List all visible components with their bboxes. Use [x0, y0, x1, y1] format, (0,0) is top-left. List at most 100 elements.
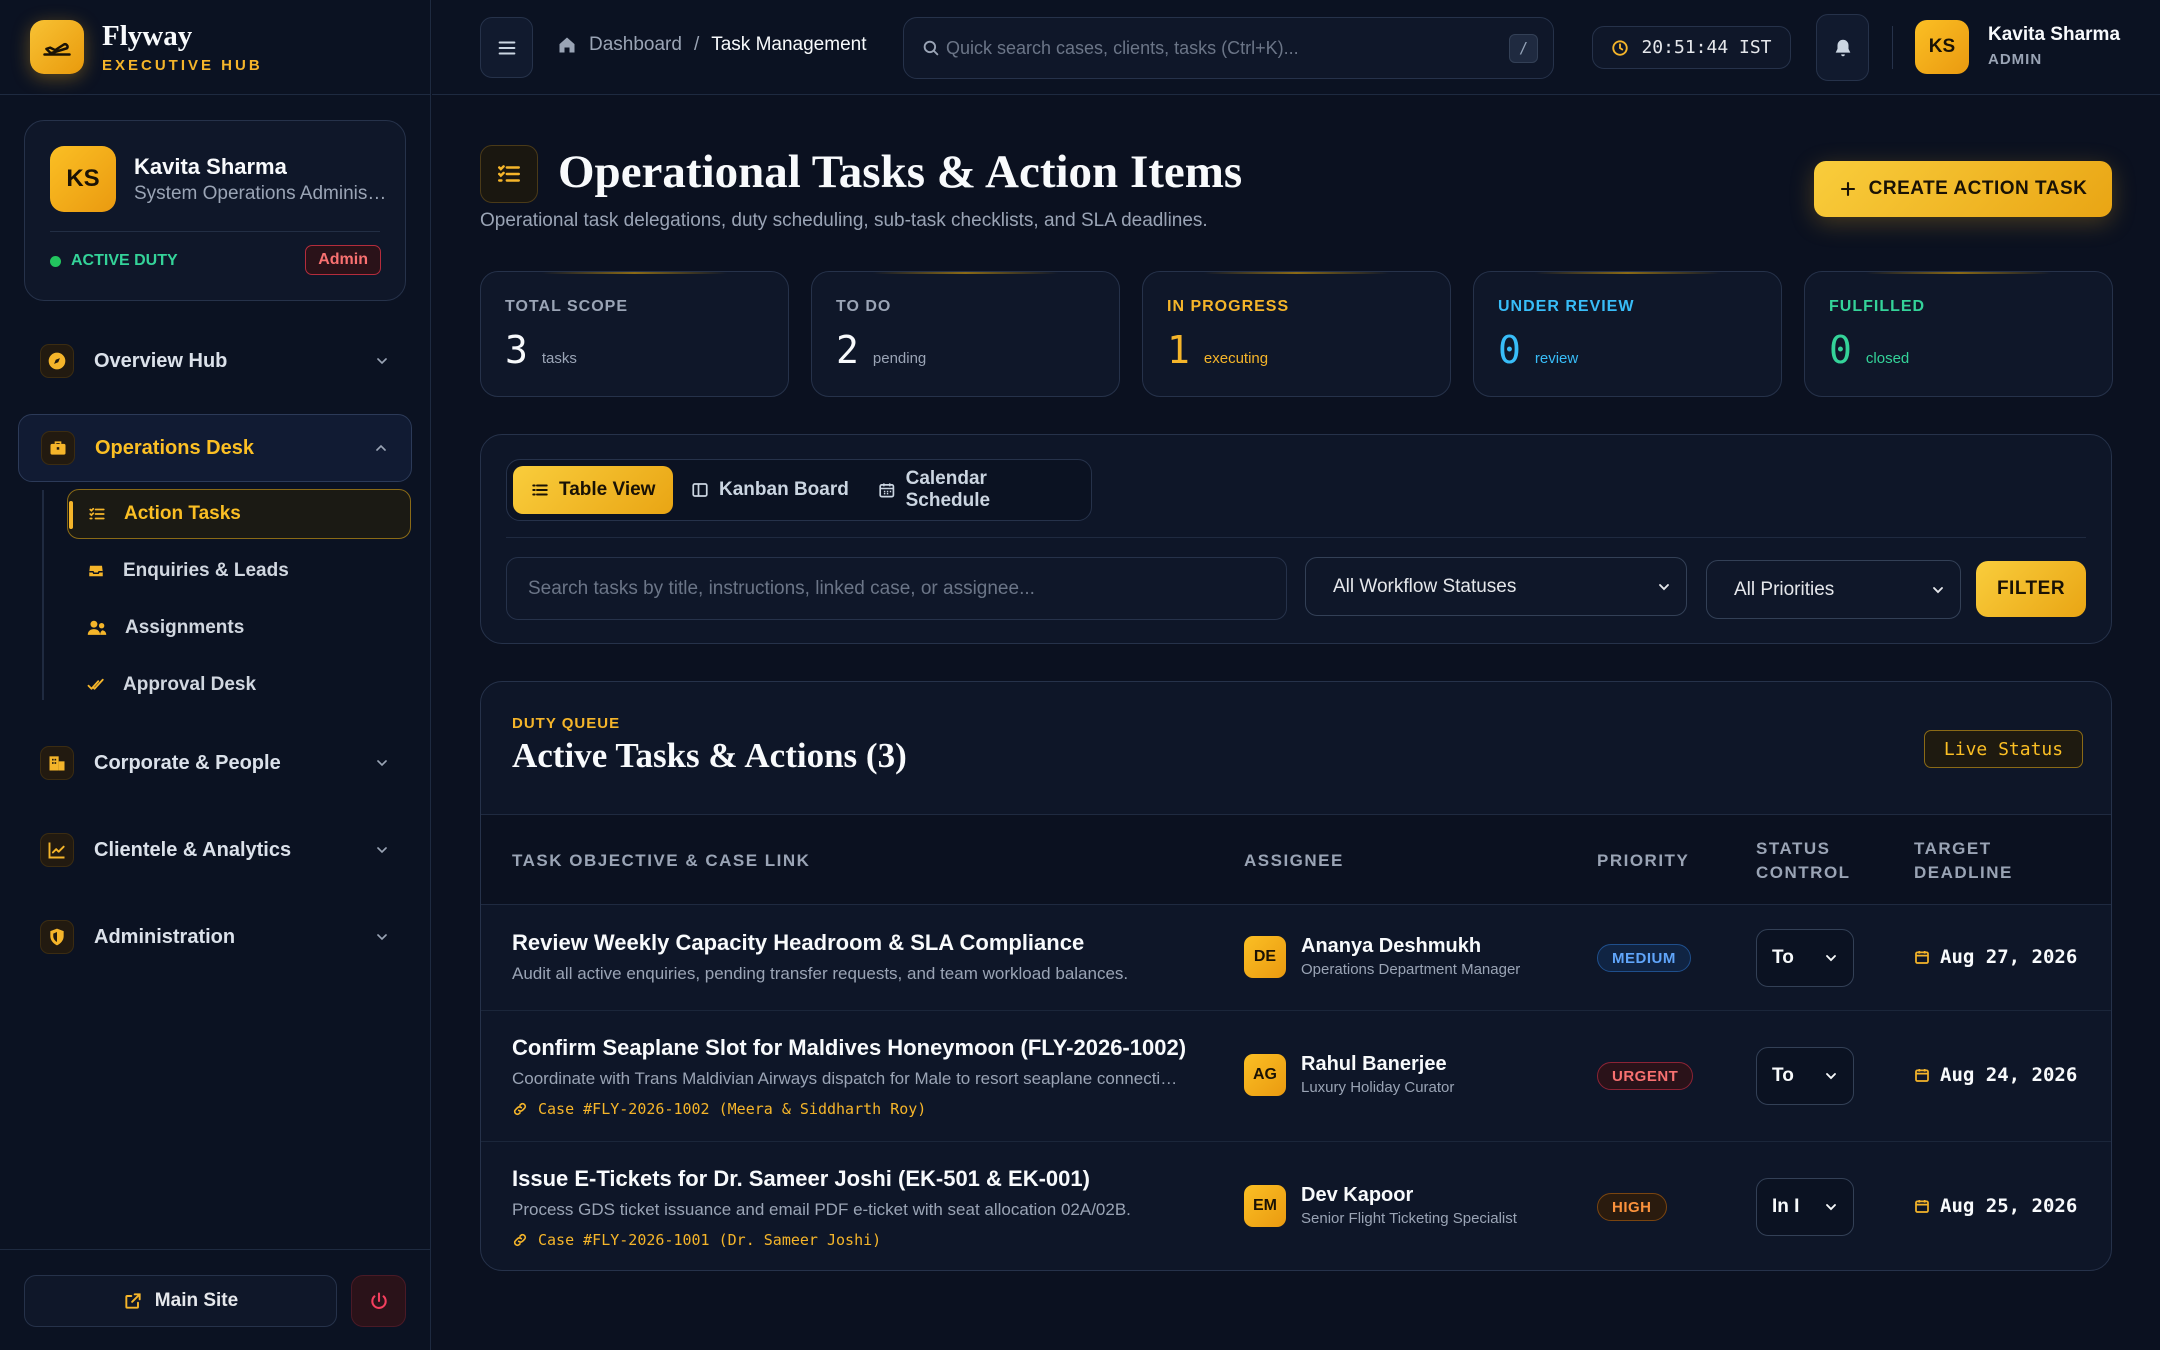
select-value: All Workflow Statuses: [1333, 575, 1517, 597]
status-dot-icon: [50, 255, 61, 267]
sidebar-item-action-tasks[interactable]: Action Tasks: [67, 489, 411, 539]
clock-icon: [1612, 39, 1629, 56]
stat-card-fulfilled: FULFILLED 0 closed: [1804, 271, 2113, 397]
breadcrumb-home[interactable]: Dashboard: [589, 34, 682, 56]
link-icon: [513, 1233, 527, 1247]
tab-label: Table View: [559, 479, 656, 500]
column-header-task: TASK OBJECTIVE & CASE LINK: [512, 851, 811, 870]
user-avatar[interactable]: KS: [1915, 20, 1969, 74]
sidebar-item-label: Approval Desk: [123, 674, 257, 695]
plane-logo-icon: [30, 20, 84, 74]
task-title[interactable]: Confirm Seaplane Slot for Maldives Honey…: [512, 1035, 1186, 1061]
task-description: Process GDS ticket issuance and email PD…: [512, 1200, 1131, 1219]
status-select[interactable]: To: [1756, 1047, 1854, 1105]
nav-label: Clientele & Analytics: [94, 838, 292, 861]
nav-label: Operations Desk: [95, 436, 254, 459]
main-site-button[interactable]: Main Site: [24, 1275, 337, 1327]
stat-value: 3: [505, 328, 528, 372]
search-shortcut: /: [1509, 33, 1538, 63]
stat-value: 0: [1829, 328, 1852, 372]
nav-administration[interactable]: Administration: [18, 903, 412, 971]
tab-kanban-board[interactable]: Kanban Board: [673, 466, 867, 514]
priority-badge: MEDIUM: [1597, 944, 1691, 972]
building-icon: [40, 746, 74, 780]
assignee-role: Operations Department Manager: [1301, 961, 1521, 978]
duty-status-label: ACTIVE DUTY: [71, 252, 178, 269]
breadcrumb-separator: /: [693, 34, 700, 55]
list-check-icon: [89, 507, 105, 520]
sidebar-item-enquiries[interactable]: Enquiries & Leads: [67, 546, 411, 596]
column-header-status: STATUS CONTROL: [1756, 839, 1851, 882]
stat-value: 0: [1498, 328, 1521, 372]
chevron-down-icon: [1933, 586, 1943, 593]
chevron-down-icon: [377, 358, 387, 365]
table-header: TASK OBJECTIVE & CASE LINK ASSIGNEE PRIO…: [481, 814, 2111, 905]
deadline: Aug 25, 2026: [1914, 1195, 2077, 1217]
tab-table-view[interactable]: Table View: [513, 466, 674, 514]
chevron-down-icon: [377, 847, 387, 854]
nav-label: Administration: [94, 925, 236, 948]
status-filter-select[interactable]: All Workflow Statuses: [1305, 557, 1687, 616]
deadline-date: Aug 27, 2026: [1940, 946, 2078, 968]
global-search[interactable]: /: [903, 17, 1554, 79]
priority-filter-select[interactable]: All Priorities: [1706, 560, 1961, 619]
nav-corporate-people[interactable]: Corporate & People: [18, 729, 412, 797]
select-value: In I: [1772, 1196, 1800, 1217]
logout-button[interactable]: [351, 1275, 406, 1327]
task-title[interactable]: Review Weekly Capacity Headroom & SLA Co…: [512, 930, 1084, 956]
calendar-icon: [1915, 951, 1929, 964]
create-action-task-button[interactable]: CREATE ACTION TASK: [1814, 161, 2112, 217]
notifications-button[interactable]: [1816, 14, 1869, 81]
column-header-priority: PRIORITY: [1597, 851, 1690, 870]
stat-card-todo: TO DO 2 pending: [811, 271, 1120, 397]
task-queue: DUTY QUEUE Active Tasks & Actions (3) Li…: [480, 681, 2112, 1271]
stat-label: TO DO: [836, 298, 892, 315]
filter-button[interactable]: FILTER: [1976, 561, 2086, 617]
filter-panel: Table View Kanban Board Calendar Schedul…: [480, 434, 2112, 644]
sidebar-item-assignments[interactable]: Assignments: [67, 603, 411, 653]
stat-unit: tasks: [541, 350, 577, 367]
deadline: Aug 24, 2026: [1914, 1064, 2077, 1086]
nav-operations-desk[interactable]: Operations Desk: [18, 414, 412, 482]
users-icon: [87, 620, 107, 635]
duty-status: ACTIVE DUTY: [50, 252, 178, 270]
search-input[interactable]: [946, 37, 1503, 59]
nav-clientele-analytics[interactable]: Clientele & Analytics: [18, 816, 412, 884]
table-row[interactable]: Issue E-Tickets for Dr. Sameer Joshi (EK…: [481, 1142, 2111, 1270]
table-row[interactable]: Review Weekly Capacity Headroom & SLA Co…: [481, 905, 2111, 1011]
clock-time: 20:51:44 IST: [1641, 37, 1772, 58]
sidebar-item-label: Assignments: [125, 617, 245, 638]
deadline-date: Aug 24, 2026: [1940, 1064, 2078, 1086]
calendar-icon: [879, 483, 895, 498]
task-search-input[interactable]: [506, 557, 1287, 620]
case-link[interactable]: Case #FLY-2026-1001 (Dr. Sameer Joshi): [512, 1231, 881, 1249]
select-value: All Priorities: [1734, 578, 1835, 600]
brand[interactable]: Flyway EXECUTIVE HUB: [0, 0, 430, 95]
briefcase-icon: [41, 431, 75, 465]
sidebar-item-approval-desk[interactable]: Approval Desk: [67, 660, 411, 710]
table-row[interactable]: Confirm Seaplane Slot for Maldives Honey…: [481, 1011, 2111, 1142]
kanban-icon: [692, 483, 708, 497]
select-value: To: [1772, 1065, 1794, 1086]
user-name[interactable]: Kavita Sharma: [1988, 24, 2120, 46]
page-subtitle: Operational task delegations, duty sched…: [480, 210, 1208, 231]
tab-label: Calendar Schedule: [905, 468, 991, 511]
nav-overview-hub[interactable]: Overview Hub: [18, 327, 412, 395]
deadline-date: Aug 25, 2026: [1940, 1195, 2078, 1217]
plus-icon: [1840, 181, 1855, 197]
nav-label: Corporate & People: [94, 751, 281, 774]
menu-toggle-button[interactable]: [480, 17, 533, 78]
stat-label: IN PROGRESS: [1167, 298, 1290, 315]
stat-card-total: TOTAL SCOPE 3 tasks: [480, 271, 789, 397]
tab-calendar-schedule[interactable]: Calendar Schedule: [860, 466, 1091, 514]
stat-label: FULFILLED: [1829, 298, 1926, 315]
assignee-avatar: EM: [1244, 1185, 1286, 1227]
case-link[interactable]: Case #FLY-2026-1002 (Meera & Siddharth R…: [512, 1100, 926, 1118]
breadcrumb: Dashboard / Task Management: [557, 34, 866, 56]
sidebar: Flyway EXECUTIVE HUB KS Kavita Sharma Sy…: [0, 0, 431, 1350]
task-title[interactable]: Issue E-Tickets for Dr. Sameer Joshi (EK…: [512, 1166, 1090, 1192]
status-select[interactable]: To: [1756, 929, 1854, 987]
power-icon: [370, 1292, 387, 1309]
chevron-down-icon: [1826, 955, 1836, 962]
status-select[interactable]: In I: [1756, 1178, 1854, 1236]
